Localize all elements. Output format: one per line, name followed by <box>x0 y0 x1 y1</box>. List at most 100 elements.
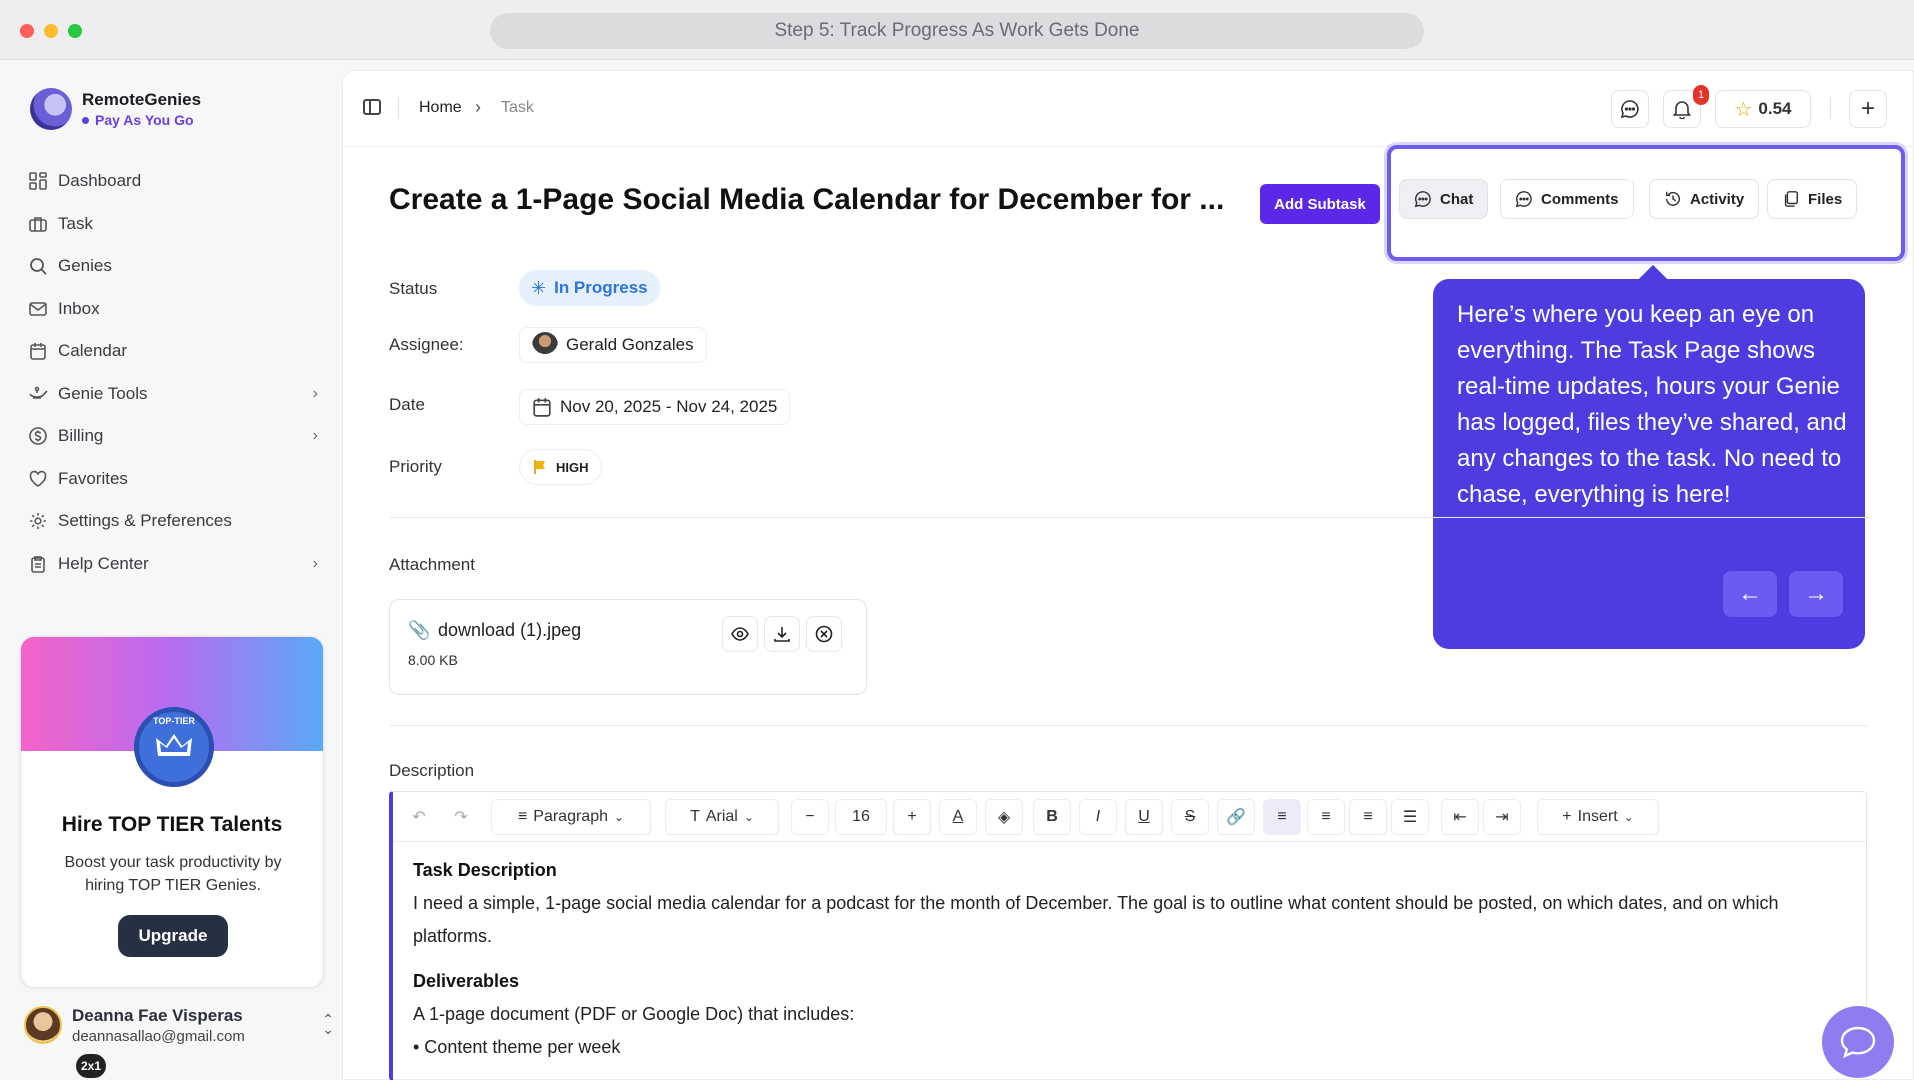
sidebar-item-task[interactable]: Task <box>28 203 318 246</box>
add-button[interactable]: + <box>1849 90 1887 128</box>
window-title: Step 5: Track Progress As Work Gets Done <box>490 13 1424 49</box>
italic-icon: I <box>1095 808 1101 825</box>
tab-activity[interactable]: Activity <box>1649 179 1760 219</box>
badge-text: TOP-TIER <box>153 716 195 726</box>
paperclip-icon: 📎 <box>408 620 431 640</box>
plan-label: Pay As You Go <box>82 112 201 128</box>
align-right-button[interactable]: ≡ <box>1349 799 1387 835</box>
outdent-button[interactable]: ⇤ <box>1441 799 1479 835</box>
increase-font-size-button[interactable]: + <box>893 799 931 835</box>
indent-button[interactable]: ⇥ <box>1483 799 1521 835</box>
undo-button[interactable]: ↶ <box>403 799 435 835</box>
promo-description: Boost your task productivity by hiring T… <box>64 854 282 894</box>
priority-chip[interactable]: HIGH <box>519 449 602 485</box>
credits-button[interactable]: ☆ 0.54 <box>1715 90 1811 128</box>
sidebar-item-calendar[interactable]: Calendar <box>28 330 318 373</box>
date-label: Date <box>389 395 425 414</box>
tooltip-text: Here’s where you keep an eye on everythi… <box>1457 301 1847 508</box>
chevron-up-down-icon[interactable]: ⌃ ⌄ <box>322 1012 334 1036</box>
editor-content[interactable]: Task Description I need a simple, 1-page… <box>413 854 1853 1064</box>
decrease-font-size-button[interactable]: − <box>791 799 829 835</box>
outdent-icon: ⇤ <box>1453 809 1467 826</box>
tooltip-prev-button[interactable]: ← <box>1723 571 1777 617</box>
tab-files[interactable]: Files <box>1767 179 1858 219</box>
brand-name: RemoteGenies <box>82 90 202 109</box>
strikethrough-button[interactable]: S <box>1171 799 1209 835</box>
tooltip-next-button[interactable]: → <box>1789 571 1843 617</box>
sidebar-item-settings[interactable]: Settings & Preferences <box>28 500 318 543</box>
sidebar-item-help-center[interactable]: Help Center › <box>28 543 318 586</box>
maximize-window-button[interactable] <box>68 24 82 38</box>
description-editor[interactable]: ↶ ↷ ≡ Paragraph ⌄ T Arial ⌄ − 16 + A ◈ B <box>389 791 1867 1080</box>
sidebar-item-label: Favorites <box>58 468 128 488</box>
justify-icon: ☰ <box>1402 809 1418 826</box>
align-center-icon: ≡ <box>1321 808 1331 825</box>
date-chip[interactable]: Nov 20, 2025 - Nov 24, 2025 <box>519 389 791 425</box>
remove-attachment-button[interactable] <box>806 616 842 652</box>
block-format-select[interactable]: ≡ Paragraph ⌄ <box>491 799 651 835</box>
tab-label: Comments <box>1541 190 1619 208</box>
bold-button[interactable]: B <box>1033 799 1071 835</box>
sidebar-item-label: Calendar <box>58 341 127 361</box>
briefcase-icon <box>28 214 48 234</box>
spinner-icon: ✳ <box>531 277 547 298</box>
preview-button[interactable] <box>722 616 758 652</box>
block-format-value: Paragraph <box>533 808 608 825</box>
list-item: • Content theme per week <box>413 1037 621 1057</box>
top-bar: Home › Task 1 ☆ 0.54 + <box>343 71 1913 147</box>
description-section-label: Description <box>389 761 475 780</box>
assignee-chip[interactable]: Gerald Gonzales <box>519 327 707 363</box>
upgrade-promo-card: TOP-TIER Hire TOP TIER Talents Boost you… <box>20 636 324 988</box>
chat-bubble-icon <box>1620 100 1639 119</box>
chat-support-button[interactable] <box>1822 1006 1894 1078</box>
status-badge[interactable]: ✳ In Progress <box>519 270 660 306</box>
tab-comments[interactable]: Comments <box>1500 179 1634 219</box>
close-window-button[interactable] <box>20 24 34 38</box>
font-icon: T <box>690 808 700 825</box>
zoom-badge: 2x1 <box>76 1054 106 1078</box>
sidebar-item-inbox[interactable]: Inbox <box>28 288 318 331</box>
attachment-file-name[interactable]: download (1).jpeg <box>438 620 581 641</box>
sidebar-item-billing[interactable]: Billing › <box>28 415 318 458</box>
tab-chat[interactable]: Chat <box>1399 179 1489 219</box>
minimize-window-button[interactable] <box>44 24 58 38</box>
underline-button[interactable]: U <box>1125 799 1163 835</box>
sidebar-item-genies[interactable]: Genies <box>28 245 318 288</box>
font-size-input[interactable]: 16 <box>835 799 887 835</box>
sidebar-item-label: Genie Tools <box>58 383 148 403</box>
assignee-label: Assignee: <box>389 335 464 354</box>
align-center-button[interactable]: ≡ <box>1307 799 1345 835</box>
sidebar-item-label: Genies <box>58 256 112 276</box>
messages-button[interactable] <box>1611 90 1649 128</box>
dashboard-icon <box>28 171 48 191</box>
link-button[interactable]: 🔗 <box>1217 799 1255 835</box>
align-left-button[interactable]: ≡ <box>1263 799 1301 835</box>
plan-text: Pay As You Go <box>95 112 194 128</box>
chevron-right-icon: › <box>312 427 318 445</box>
sidebar-item-label: Help Center <box>58 553 149 573</box>
font-family-select[interactable]: T Arial ⌄ <box>665 799 779 835</box>
divider <box>389 725 1869 726</box>
italic-button[interactable]: I <box>1079 799 1117 835</box>
upgrade-button[interactable]: Upgrade <box>118 915 228 957</box>
brand[interactable]: RemoteGenies Pay As You Go <box>30 88 201 130</box>
sidebar-item-label: Billing <box>58 426 104 446</box>
highlight-button[interactable]: ◈ <box>985 799 1023 835</box>
insert-menu-button[interactable]: + Insert ⌄ <box>1537 799 1659 835</box>
redo-button[interactable]: ↷ <box>445 799 477 835</box>
sidebar-item-genie-tools[interactable]: Genie Tools › <box>28 373 318 416</box>
font-family-value: Arial <box>705 808 738 825</box>
user-profile[interactable]: Deanna Fae Visperas deannasallao@gmail.c… <box>24 1002 334 1062</box>
breadcrumb-home[interactable]: Home <box>419 99 462 117</box>
sidebar-item-dashboard[interactable]: Dashboard <box>28 160 318 203</box>
comment-icon <box>1515 191 1532 208</box>
sidebar-item-favorites[interactable]: Favorites <box>28 458 318 501</box>
download-button[interactable] <box>764 616 800 652</box>
underline-icon: U <box>1138 808 1150 825</box>
justify-button[interactable]: ☰ <box>1391 799 1429 835</box>
avatar <box>24 1006 62 1044</box>
add-subtask-button[interactable]: Add Subtask <box>1260 184 1380 224</box>
text-color-button[interactable]: A <box>939 799 977 835</box>
breadcrumb-current: Task <box>501 99 534 116</box>
sidebar-toggle-icon[interactable] <box>363 99 381 115</box>
